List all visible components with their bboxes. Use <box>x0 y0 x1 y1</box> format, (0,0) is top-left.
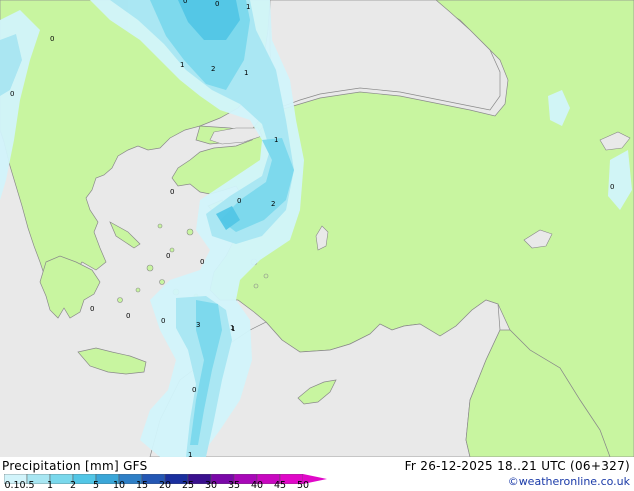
contour-label: 0 <box>183 0 187 5</box>
contour-label: 1 <box>246 3 250 11</box>
contour-label: 0 <box>200 258 204 266</box>
contour-label: 2 <box>211 65 215 73</box>
contour-label: 0 <box>215 0 219 8</box>
contour-label: 0 <box>237 197 241 205</box>
contour-label: 0 <box>161 317 165 325</box>
contour-label: 0 <box>166 252 170 260</box>
contour-label: 0 <box>90 305 94 313</box>
site-credit: ©weatheronline.co.uk <box>507 475 630 488</box>
contour-label: 0 <box>610 183 614 191</box>
contour-label: 2 <box>271 200 275 208</box>
precipitation-map: 0 1 0 2 1 1 1 0 0 0 0 0 2 0 1 0 1 0 0 0 … <box>0 0 634 457</box>
contour-label: 1 <box>231 325 235 333</box>
contour-label: 0 <box>126 312 130 320</box>
contour-label: 0 <box>170 188 174 196</box>
contour-label: 0 <box>10 90 14 98</box>
contour-label: 0 <box>50 35 54 43</box>
forecast-datetime: Fr 26-12-2025 18..21 UTC (06+327) <box>404 459 630 473</box>
contour-label: 1 <box>180 61 184 69</box>
contour-label: 1 <box>244 69 248 77</box>
contour-label: 1 <box>274 136 278 144</box>
map-title: Precipitation [mm] GFS <box>2 459 148 473</box>
contour-label: 0 <box>192 386 196 394</box>
contour-label: 3 <box>196 321 200 329</box>
